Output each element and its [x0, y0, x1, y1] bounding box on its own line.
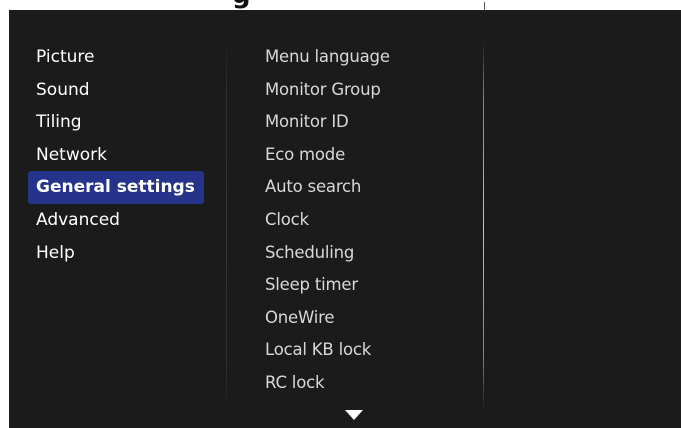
category-item-help[interactable]: Help: [28, 237, 204, 270]
osd-screen: g Picture Sound Tiling Network General s…: [0, 0, 681, 428]
category-list: Picture Sound Tiling Network General set…: [28, 41, 204, 269]
option-rc-lock[interactable]: RC lock: [265, 367, 390, 400]
settings-menu-panel: Picture Sound Tiling Network General set…: [9, 10, 681, 428]
option-clock[interactable]: Clock: [265, 204, 390, 237]
category-item-tiling[interactable]: Tiling: [28, 106, 204, 139]
option-sleep-timer[interactable]: Sleep timer: [265, 269, 390, 302]
title-fragment-text: g: [232, 0, 324, 8]
triangle-down-shape: [345, 410, 363, 420]
column-divider-right: [483, 40, 484, 412]
category-item-general-settings[interactable]: General settings: [28, 171, 204, 204]
option-local-kb-lock[interactable]: Local KB lock: [265, 334, 390, 367]
option-menu-language[interactable]: Menu language: [265, 41, 390, 74]
category-item-sound[interactable]: Sound: [28, 74, 204, 107]
option-monitor-group[interactable]: Monitor Group: [265, 74, 390, 107]
option-auto-search[interactable]: Auto search: [265, 171, 390, 204]
category-item-network[interactable]: Network: [28, 139, 204, 172]
triangle-down-icon[interactable]: [344, 409, 364, 421]
title-fragment: g: [232, 0, 324, 10]
category-item-advanced[interactable]: Advanced: [28, 204, 204, 237]
column-divider-left: [226, 40, 227, 412]
general-settings-options-list: Menu language Monitor Group Monitor ID E…: [265, 41, 390, 400]
option-scheduling[interactable]: Scheduling: [265, 237, 390, 270]
option-onewire[interactable]: OneWire: [265, 302, 390, 335]
option-monitor-id[interactable]: Monitor ID: [265, 106, 390, 139]
option-eco-mode[interactable]: Eco mode: [265, 139, 390, 172]
category-item-picture[interactable]: Picture: [28, 41, 204, 74]
title-tick-mark: [484, 2, 485, 10]
